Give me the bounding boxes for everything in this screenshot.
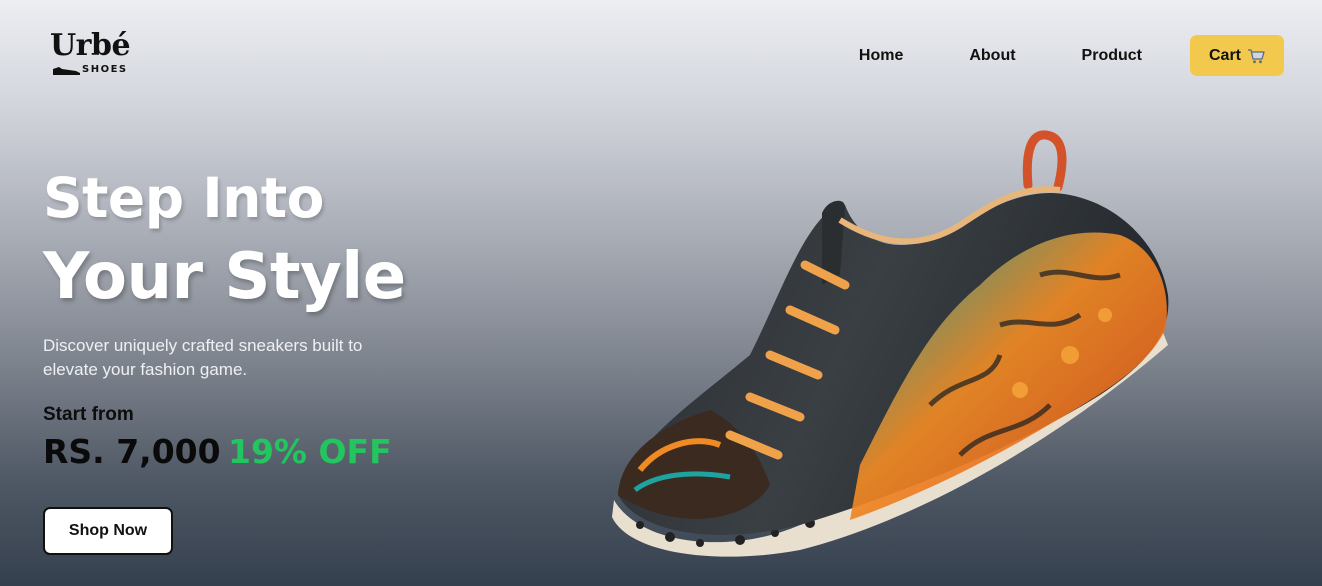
cart-label: Cart (1208, 46, 1241, 64)
hero-title-line1: Step Into (43, 166, 324, 230)
brand-name: Urbé (50, 28, 131, 63)
shop-now-button[interactable]: Shop Now (43, 507, 173, 555)
brand-logo[interactable]: Urbé SHOES (48, 28, 148, 78)
discount-badge: 19% OFF (228, 432, 392, 471)
brand-tagline: SHOES (82, 64, 128, 75)
cart-icon (1248, 48, 1265, 63)
hero-title-line2: Your Style (43, 240, 406, 314)
cart-button[interactable]: Cart (1190, 35, 1284, 76)
hero-description: Discover uniquely crafted sneakers built… (43, 336, 363, 379)
price-value: RS. 7,000 (43, 432, 221, 471)
sneaker-image (600, 125, 1180, 560)
nav-about-link[interactable]: About (969, 47, 1015, 65)
nav-product-link[interactable]: Product (1082, 47, 1142, 65)
start-from-label: Start from (43, 404, 134, 425)
sneaker-illustration (612, 130, 1169, 557)
nav-home-link[interactable]: Home (859, 47, 903, 65)
shoe-icon (53, 67, 80, 75)
main-nav: Home About Product Cart (859, 35, 1284, 76)
